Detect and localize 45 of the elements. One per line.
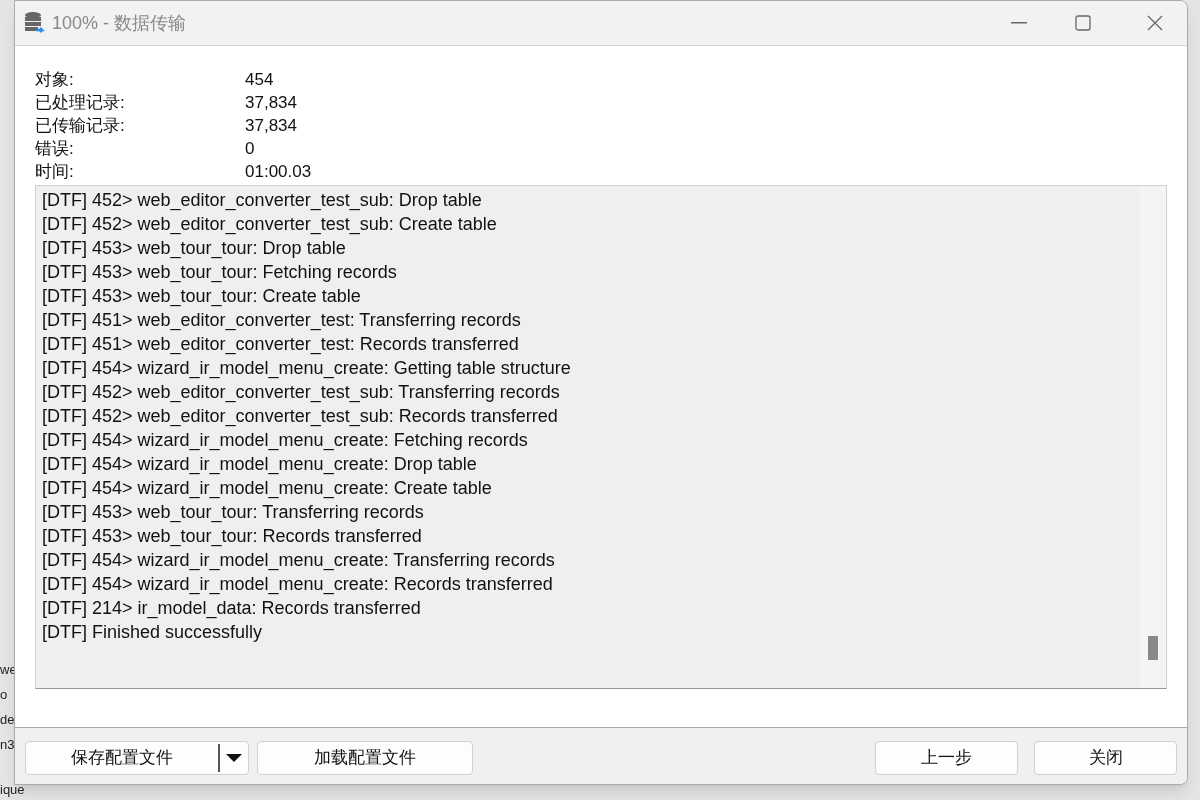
log-line: [DTF] 451> web_editor_converter_test: Transferring records [42,309,522,332]
log-line: [DTF] 454> wizard_ir_model_menu_create: Records transferred [42,573,554,596]
log-line: [DTF] 453> web_tour_tour: Records transferred [42,525,423,548]
stat-value: 0 [245,138,255,160]
stat-label: 错误: [35,138,75,160]
stat-label: 时间: [35,161,75,183]
stat-value: 37,834 [245,92,297,114]
background-text: o [0,686,9,704]
scrollbar-thumb[interactable] [1148,636,1158,660]
log-line: [DTF] 454> wizard_ir_model_menu_create: Drop table [42,453,478,476]
scrollbar[interactable] [1140,186,1166,688]
background-text: n3 [0,736,16,754]
minimize-icon[interactable] [1011,22,1027,24]
database-icon [24,11,46,35]
dialog-button[interactable]: 关闭 [1034,741,1177,775]
log-line: [DTF] 452> web_editor_converter_test_sub: Drop table [42,189,483,212]
log-line: [DTF] Finished successfully [42,621,264,644]
stat-label: 已处理记录: [35,92,126,114]
log-line: [DTF] 451> web_editor_converter_test: Records transferred [42,333,520,356]
stat-label: 已传输记录: [35,115,126,137]
background-text: ique [0,781,25,799]
dialog-button[interactable]: 上一步 [875,741,1018,775]
log-line: [DTF] 453> web_tour_tour: Transferring records [42,501,425,524]
log-line: [DTF] 214> ir_model_data: Records transferred [42,597,422,620]
stat-value: 454 [245,69,274,91]
log-line: [DTF] 453> web_tour_tour: Fetching records [42,261,398,284]
maximize-icon[interactable] [1075,15,1091,31]
log-line: [DTF] 454> wizard_ir_model_menu_create: Fetching records [42,429,529,452]
window-title: 100% - 数据传输 [52,11,187,35]
background-text: de [0,711,16,729]
log-line: [DTF] 452> web_editor_converter_test_sub: Create table [42,213,498,236]
stat-label: 对象: [35,69,75,91]
save-button[interactable]: 保存配置文件 [25,741,249,775]
log-line: [DTF] 454> wizard_ir_model_menu_create: Create table [42,477,493,500]
log-line: [DTF] 454> wizard_ir_model_menu_create: Getting table structure [42,357,572,380]
log-line: [DTF] 452> web_editor_converter_test_sub: Transferring records [42,381,561,404]
dialog-button[interactable]: 加载配置文件 [257,741,473,775]
caret-icon [226,754,242,762]
log-line: [DTF] 453> web_tour_tour: Drop table [42,237,347,260]
log-line: [DTF] 452> web_editor_converter_test_sub: Records transferred [42,405,559,428]
close-icon[interactable] [1147,15,1163,31]
stat-value: 37,834 [245,115,297,137]
log-line: [DTF] 453> web_tour_tour: Create table [42,285,362,308]
log-line: [DTF] 454> wizard_ir_model_menu_create: Transferring records [42,549,556,572]
stat-value: 01:00.03 [245,161,312,183]
